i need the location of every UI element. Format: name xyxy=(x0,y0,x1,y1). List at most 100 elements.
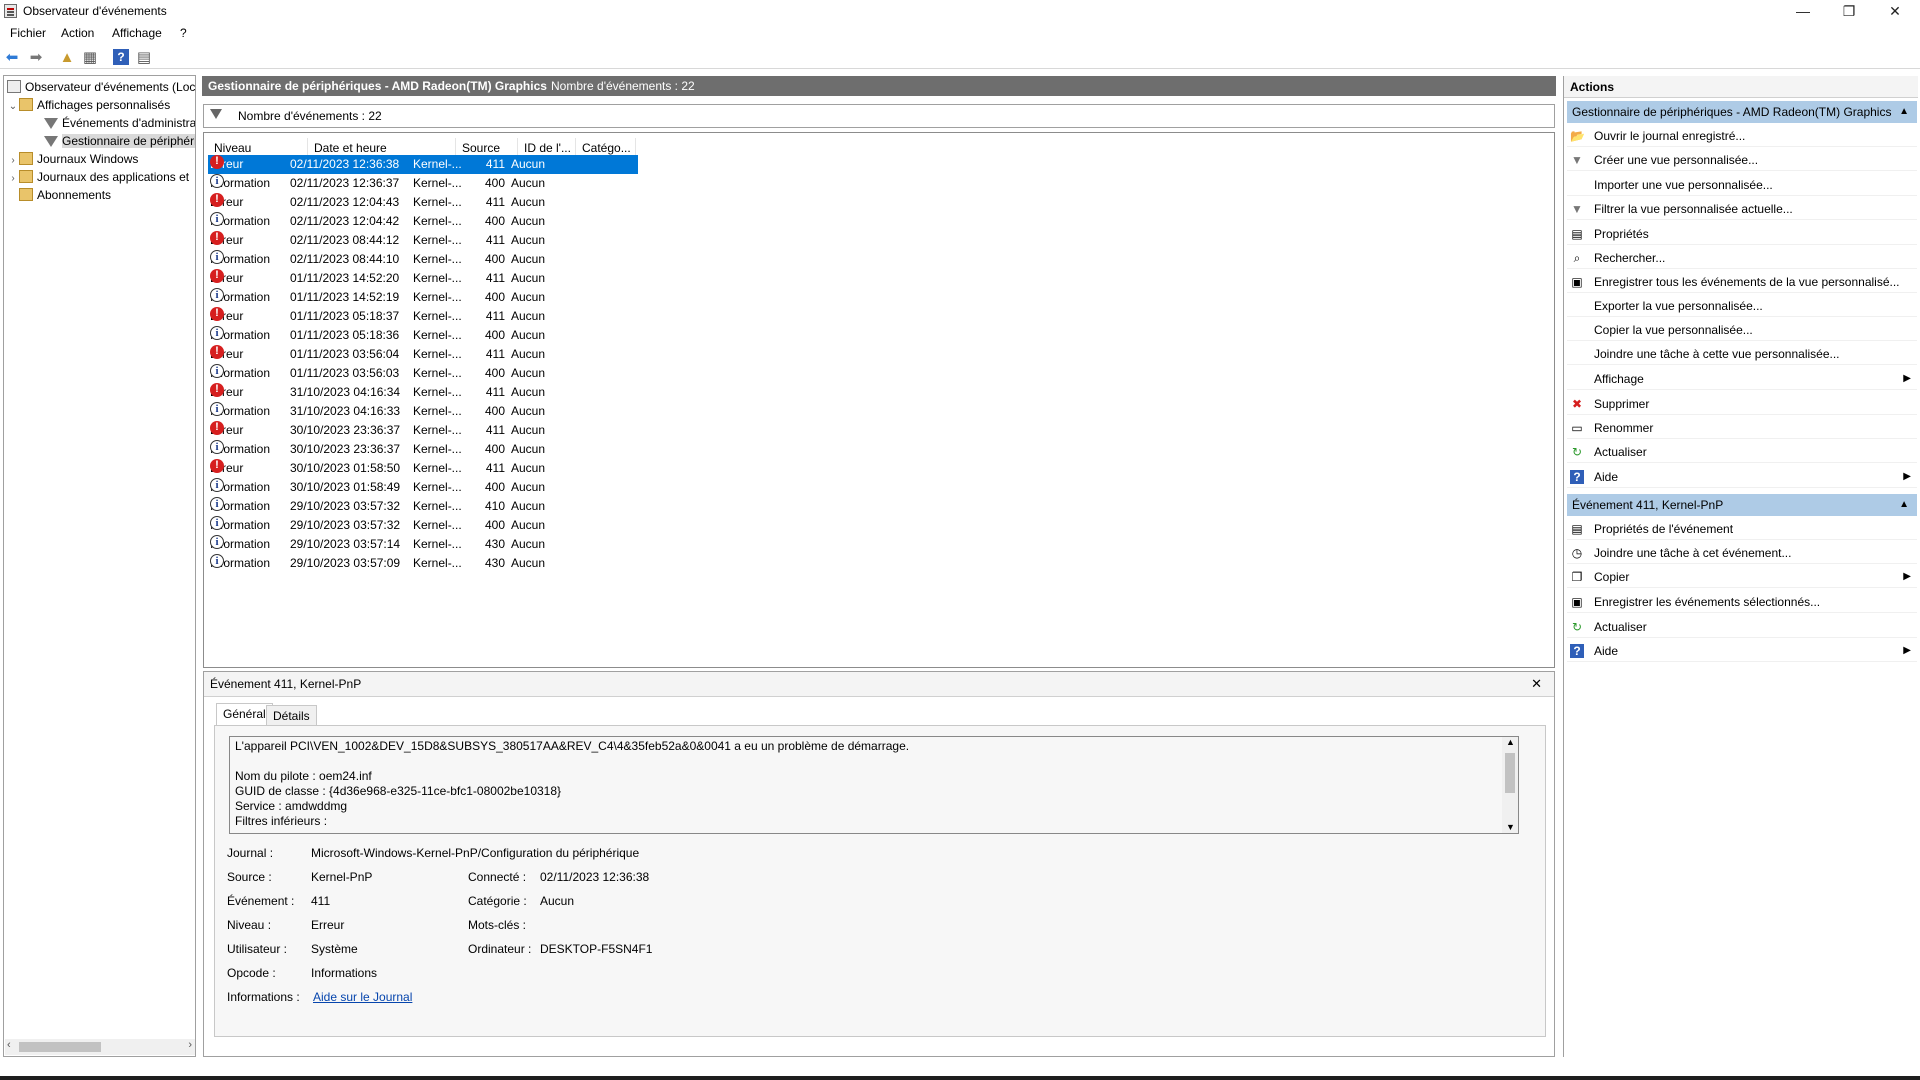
collapse-section-icon[interactable]: ▲ xyxy=(1899,494,1909,516)
action-creer-une-vue-personnalisee[interactable]: ▼ Créer une vue personnalisée... xyxy=(1567,149,1917,171)
action-proprietes[interactable]: ▤ Propriétés xyxy=(1567,223,1917,245)
event-row[interactable]: ! Erreur 01/11/2023 14:52:20 Kernel-... 411 A… xyxy=(208,269,638,288)
maximize-button[interactable]: ❐ xyxy=(1826,0,1872,22)
action-importer-une-vue-personnalisee[interactable]: Importer une vue personnalisée... xyxy=(1567,174,1917,196)
tab-general[interactable]: Général xyxy=(216,703,273,726)
close-detail-icon[interactable]: ✕ xyxy=(1531,672,1542,696)
collapse-section-icon[interactable]: ▲ xyxy=(1899,101,1909,123)
action-aide[interactable]: ? Aide ▶ xyxy=(1567,466,1917,488)
scroll-right-icon[interactable]: › xyxy=(188,1039,192,1051)
action-affichage[interactable]: Affichage ▶ xyxy=(1567,368,1917,390)
action-actualiser[interactable]: ↻ Actualiser xyxy=(1567,441,1917,463)
action-exporter-la-vue-personnalisee[interactable]: Exporter la vue personnalisée... xyxy=(1567,295,1917,317)
event-row[interactable]: i Information 29/10/2023 03:57:32 Kernel-..… xyxy=(208,516,638,535)
action-aide[interactable]: ? Aide ▶ xyxy=(1567,640,1917,662)
menu-fichier[interactable]: Fichier xyxy=(10,26,46,40)
category-label: Catégorie : xyxy=(468,894,527,908)
scroll-down-icon[interactable]: ▼ xyxy=(1506,822,1515,832)
description-line: GUID de classe : {4d36e968-e325-11ce-bfc… xyxy=(235,784,562,798)
event-id: 411 xyxy=(485,195,505,209)
event-row[interactable]: ! Erreur 01/11/2023 03:56:04 Kernel-... 411 A… xyxy=(208,345,638,364)
event-level: ! Erreur xyxy=(210,193,243,212)
action-joindre-une-tache-a-cet-evenement[interactable]: ◷ Joindre une tâche à cet événement... xyxy=(1567,542,1917,564)
close-button[interactable]: ✕ xyxy=(1872,0,1918,22)
action-joindre-une-tache-a-cette-vue-personnalisee[interactable]: Joindre une tâche à cette vue personnali… xyxy=(1567,343,1917,365)
menu-action[interactable]: Action xyxy=(61,26,94,40)
scroll-left-icon[interactable]: ‹ xyxy=(7,1039,11,1051)
event-viewer-icon xyxy=(7,80,21,93)
event-row[interactable]: ! Erreur 30/10/2023 01:58:50 Kernel-... 411 A… xyxy=(208,459,638,478)
show-hide-actions-icon[interactable]: ▤ xyxy=(136,49,152,66)
description-scrollbar[interactable]: ▲ ▼ xyxy=(1502,737,1518,833)
binoculars-icon: ⌕ xyxy=(1573,251,1581,265)
tree-item-device-manager[interactable]: Gestionnaire de périphéri xyxy=(44,132,195,150)
action-proprietes-de-l-evenement[interactable]: ▤ Propriétés de l'événement xyxy=(1567,518,1917,540)
tree-item-subscriptions[interactable]: Abonnements xyxy=(19,186,111,204)
tree-item-windows-logs[interactable]: › Journaux Windows xyxy=(7,150,138,168)
tab-details[interactable]: Détails xyxy=(266,705,317,726)
event-row[interactable]: ! Erreur 31/10/2023 04:16:34 Kernel-... 411 A… xyxy=(208,383,638,402)
event-row[interactable]: i Information 29/10/2023 03:57:32 Kernel-..… xyxy=(208,497,638,516)
event-category: Aucun xyxy=(511,309,546,323)
event-row[interactable]: i Information 02/11/2023 12:36:37 Kernel-..… xyxy=(208,174,638,193)
forward-icon[interactable]: ➡ xyxy=(28,49,44,66)
tree-horizontal-scrollbar[interactable]: ‹ › xyxy=(5,1039,195,1055)
menu-help[interactable]: ? xyxy=(180,26,187,40)
event-row[interactable]: i Information 01/11/2023 03:56:03 Kernel-..… xyxy=(208,364,638,383)
action-copier[interactable]: ❐ Copier ▶ xyxy=(1567,566,1917,588)
menu-affichage[interactable]: Affichage xyxy=(112,26,162,40)
collapse-icon[interactable]: ⌄ xyxy=(7,98,19,116)
event-id: 400 xyxy=(485,366,506,380)
actions-section-event[interactable]: Événement 411, Kernel-PnP ▲ xyxy=(1567,494,1917,516)
action-supprimer[interactable]: ✖ Supprimer xyxy=(1567,393,1917,415)
event-row[interactable]: i Information 30/10/2023 23:36:37 Kernel-..… xyxy=(208,440,638,459)
tree-label-app-logs: Journaux des applications et xyxy=(37,170,190,184)
action-actualiser[interactable]: ↻ Actualiser xyxy=(1567,616,1917,638)
action-ouvrir-le-journal-enregistre[interactable]: 📂 Ouvrir le journal enregistré... xyxy=(1567,125,1917,147)
tree-item-admin-events[interactable]: Événements d'administra xyxy=(44,114,195,132)
action-copier-la-vue-personnalisee[interactable]: Copier la vue personnalisée... xyxy=(1567,319,1917,341)
event-row[interactable]: ! Erreur 02/11/2023 08:44:12 Kernel-... 411 A… xyxy=(208,231,638,250)
event-description[interactable]: L'appareil PCI\VEN_1002&DEV_15D8&SUBSYS_… xyxy=(229,736,1519,834)
connected-label: Connecté : xyxy=(468,870,527,884)
event-row[interactable]: ! Erreur 01/11/2023 05:18:37 Kernel-... 411 A… xyxy=(208,307,638,326)
tree-item-app-logs[interactable]: › Journaux des applications et xyxy=(7,168,189,186)
scrollbar-thumb[interactable] xyxy=(1505,753,1515,793)
up-folder-icon[interactable]: ▲ xyxy=(59,49,75,66)
scroll-up-icon[interactable]: ▲ xyxy=(1506,737,1515,747)
event-row[interactable]: ! Erreur 02/11/2023 12:36:38 Kernel-... 411 A… xyxy=(208,155,638,174)
actions-section-device-manager[interactable]: Gestionnaire de périphériques - AMD Rade… xyxy=(1567,101,1917,123)
tree-item-custom-views[interactable]: ⌄ Affichages personnalisés xyxy=(7,96,170,114)
event-id: 400 xyxy=(485,290,506,304)
scrollbar-thumb[interactable] xyxy=(19,1042,101,1052)
action-enregistrer-les-evenements-selectionnes[interactable]: ▣ Enregistrer les événements sélectionnés… xyxy=(1567,591,1917,613)
event-row[interactable]: i Information 29/10/2023 03:57:09 Kernel-..… xyxy=(208,554,638,573)
event-row[interactable]: i Information 01/11/2023 14:52:19 Kernel-..… xyxy=(208,288,638,307)
event-row[interactable]: i Information 01/11/2023 05:18:36 Kernel-..… xyxy=(208,326,638,345)
event-row[interactable]: i Information 30/10/2023 01:58:49 Kernel-..… xyxy=(208,478,638,497)
event-date: 02/11/2023 08:44:10 xyxy=(290,252,400,266)
event-source: Kernel-... xyxy=(413,309,462,323)
action-label: Exporter la vue personnalisée... xyxy=(1594,299,1763,313)
show-hide-tree-icon[interactable]: ▦ xyxy=(82,49,98,66)
event-row[interactable]: i Information 02/11/2023 08:44:10 Kernel-..… xyxy=(208,250,638,269)
help-icon[interactable]: ? xyxy=(113,49,129,65)
event-date: 31/10/2023 04:16:33 xyxy=(290,404,401,418)
event-row[interactable]: ! Erreur 30/10/2023 23:36:37 Kernel-... 411 A… xyxy=(208,421,638,440)
action-enregistrer-tous-les-evenements-de-la-vue-personnalise[interactable]: ▣ Enregistrer tous les événements de la v… xyxy=(1567,271,1917,293)
event-list: Niveau Date et heure Source ID de l'... … xyxy=(203,132,1555,668)
action-renommer[interactable]: ▭ Renommer xyxy=(1567,417,1917,439)
event-row[interactable]: ! Erreur 02/11/2023 12:04:43 Kernel-... 411 A… xyxy=(208,193,638,212)
event-date: 01/11/2023 03:56:04 xyxy=(290,347,400,361)
tree-item-root[interactable]: Observateur d'événements (Loc xyxy=(7,78,195,96)
back-icon[interactable]: ⬅ xyxy=(4,49,20,66)
event-source: Kernel-... xyxy=(413,537,462,551)
action-rechercher[interactable]: ⌕ Rechercher... xyxy=(1567,247,1917,269)
event-row[interactable]: i Information 31/10/2023 04:16:33 Kernel-..… xyxy=(208,402,638,421)
event-row[interactable]: i Information 29/10/2023 03:57:14 Kernel-..… xyxy=(208,535,638,554)
event-row[interactable]: i Information 02/11/2023 12:04:42 Kernel-..… xyxy=(208,212,638,231)
journal-help-link[interactable]: Aide sur le Journal xyxy=(313,990,412,1004)
expand-icon[interactable]: › xyxy=(7,170,19,188)
minimize-button[interactable]: — xyxy=(1780,0,1826,22)
action-filtrer-la-vue-personnalisee-actuelle[interactable]: ▼ Filtrer la vue personnalisée actuelle..… xyxy=(1567,198,1917,220)
